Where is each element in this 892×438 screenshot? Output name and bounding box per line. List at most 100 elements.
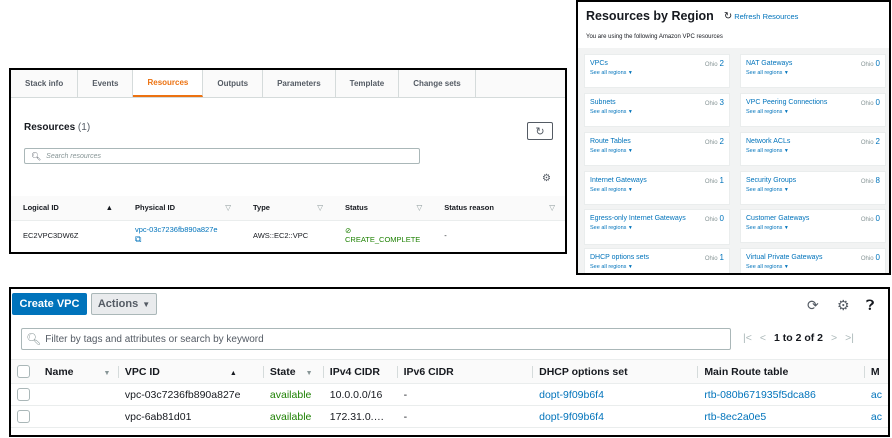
more-cell[interactable]: ac (864, 405, 888, 428)
caret-down-icon: ▼ (142, 299, 151, 309)
resource-name-link[interactable]: NAT Gateways (746, 59, 851, 68)
tab-template[interactable]: Template (336, 70, 400, 97)
resource-name-link[interactable]: Security Groups (746, 176, 851, 185)
resource-name-link[interactable]: DHCP options sets (590, 253, 695, 262)
resource-name-link[interactable]: Subnets (590, 98, 695, 107)
region-count: Ohio 8 (861, 176, 880, 185)
more-cell[interactable]: ac (864, 383, 888, 406)
resource-count[interactable]: 0 (720, 214, 724, 223)
gear-icon[interactable]: ⚙ (542, 173, 551, 184)
resource-count[interactable]: 1 (720, 253, 724, 262)
resource-count[interactable]: 0 (876, 59, 880, 68)
col-dhcp-options-set[interactable]: DHCP options set (533, 359, 699, 384)
col-status[interactable]: Status ▽ (333, 196, 433, 221)
sort-icon: ▽ (317, 203, 323, 213)
help-icon[interactable]: ❓︎ (866, 297, 874, 314)
table-row[interactable]: vpc-03c7236fb890a827e available 10.0.0.0… (11, 383, 888, 406)
col-more[interactable]: M (864, 359, 888, 384)
tab-outputs[interactable]: Outputs (203, 70, 264, 97)
tab-resources[interactable]: Resources (133, 70, 204, 97)
col-ipv4-cidr[interactable]: IPv4 CIDR (323, 359, 398, 384)
resource-count[interactable]: 0 (876, 98, 880, 107)
dhcp-link[interactable]: dopt-9f09b6f4 (533, 383, 699, 406)
filter-input[interactable]: 🔍︎ Filter by tags and attributes or sear… (21, 328, 731, 350)
ipv4-cell: 172.31.0.… (323, 405, 398, 428)
col-logical-id[interactable]: Logical ID ▲ (11, 196, 123, 221)
tab-events[interactable]: Events (78, 70, 134, 97)
see-all-regions-link[interactable]: See all regions ▼ (746, 225, 880, 231)
create-vpc-button[interactable]: Create VPC (12, 293, 87, 315)
resource-count[interactable]: 8 (876, 176, 880, 185)
see-all-regions-link[interactable]: See all regions ▼ (590, 148, 724, 154)
resource-name-link[interactable]: VPCs (590, 59, 695, 68)
see-all-regions-link[interactable]: See all regions ▼ (590, 264, 724, 270)
external-link-icon[interactable]: ⧉ (135, 234, 141, 244)
resource-count[interactable]: 2 (876, 137, 880, 146)
resource-name-link[interactable]: Network ACLs (746, 137, 851, 146)
first-page-icon[interactable]: |< (743, 332, 752, 344)
route-table-link[interactable]: rtb-080b671935f5dca86 (698, 383, 865, 406)
refresh-resources-link[interactable]: ↻ Refresh Resources (724, 11, 799, 22)
resource-count[interactable]: 2 (720, 137, 724, 146)
see-all-regions-link[interactable]: See all regions ▼ (746, 109, 880, 115)
physical-id-link[interactable]: vpc-03c7236fb890a827e (135, 225, 218, 234)
resource-name-link[interactable]: Route Tables (590, 137, 695, 146)
resource-name-link[interactable]: Egress-only Internet Gateways (590, 214, 695, 223)
see-all-regions-link[interactable]: See all regions ▼ (590, 187, 724, 193)
see-all-regions-link[interactable]: See all regions ▼ (746, 187, 880, 193)
next-page-icon[interactable]: > (831, 332, 837, 344)
resource-count[interactable]: 0 (876, 214, 880, 223)
see-all-regions-link[interactable]: See all regions ▼ (746, 264, 880, 270)
resource-count[interactable]: 3 (720, 98, 724, 107)
col-name[interactable]: Name ▼ (38, 359, 119, 384)
refresh-icon[interactable]: ⟳ (807, 297, 819, 314)
see-all-regions-link[interactable]: See all regions ▼ (590, 109, 724, 115)
row-checkbox[interactable] (17, 388, 30, 401)
table-header: Name ▼ VPC ID ▲ State ▼ IPv4 CIDR IPv6 CIDR… (11, 359, 888, 384)
region-label: Ohio (704, 140, 718, 146)
resource-count[interactable]: 0 (876, 253, 880, 262)
region-label: Ohio (704, 179, 718, 185)
actions-button[interactable]: Actions ▼ (91, 293, 157, 315)
see-all-regions-link[interactable]: See all regions ▼ (590, 70, 724, 76)
gear-icon[interactable]: ⚙ (837, 297, 850, 314)
resource-name-link[interactable]: Customer Gateways (746, 214, 851, 223)
search-icon: 🔍︎ (31, 151, 42, 161)
status-cell: ⊘ CREATE_COMPLETE (333, 220, 432, 250)
col-ipv6-cidr[interactable]: IPv6 CIDR (397, 359, 534, 384)
resource-count[interactable]: 1 (720, 176, 724, 185)
region-count: Ohio 1 (705, 176, 724, 185)
refresh-button[interactable]: ↻ (527, 122, 553, 140)
tab-stack-info[interactable]: Stack info (11, 70, 79, 97)
last-page-icon[interactable]: >| (845, 332, 854, 344)
see-all-regions-link[interactable]: See all regions ▼ (746, 70, 880, 76)
resource-count[interactable]: 2 (720, 59, 724, 68)
tab-parameters[interactable]: Parameters (263, 70, 336, 97)
page-range: 1 to 2 of 2 (774, 332, 824, 344)
resource-name-link[interactable]: VPC Peering Connections (746, 98, 851, 107)
resource-name-link[interactable]: Virtual Private Gateways (746, 253, 851, 262)
col-physical-id[interactable]: Physical ID ▽ (123, 196, 241, 221)
dhcp-link[interactable]: dopt-9f09b6f4 (533, 405, 699, 428)
resource-name-link[interactable]: Internet Gateways (590, 176, 695, 185)
row-checkbox[interactable] (17, 410, 30, 423)
caret-down-icon: ▼ (627, 70, 633, 76)
resources-title: Resources (1) (24, 122, 90, 133)
col-status-reason[interactable]: Status reason ▽ (432, 196, 565, 221)
see-all-regions-link[interactable]: See all regions ▼ (746, 148, 880, 154)
pagination: |< < 1 to 2 of 2 > >| (743, 332, 854, 344)
col-vpc-id[interactable]: VPC ID ▲ (118, 359, 264, 384)
route-table-link[interactable]: rtb-8ec2a0e5 (698, 405, 865, 428)
col-main-route-table[interactable]: Main Route table (698, 359, 865, 384)
tab-change-sets[interactable]: Change sets (399, 70, 476, 97)
col-type[interactable]: Type ▽ (241, 196, 333, 221)
select-all-checkbox[interactable] (17, 365, 30, 378)
sort-icon: ▽ (225, 203, 231, 213)
region-label: Ohio (704, 256, 718, 262)
prev-page-icon[interactable]: < (760, 332, 766, 344)
col-state[interactable]: State ▼ (263, 359, 324, 384)
search-resources-input[interactable]: 🔍︎ Search resources (24, 148, 420, 164)
vpc-id-cell: vpc-6ab81d01 (118, 405, 264, 428)
table-row[interactable]: vpc-6ab81d01 available 172.31.0.… - dopt… (11, 405, 888, 428)
see-all-regions-link[interactable]: See all regions ▼ (590, 225, 724, 231)
